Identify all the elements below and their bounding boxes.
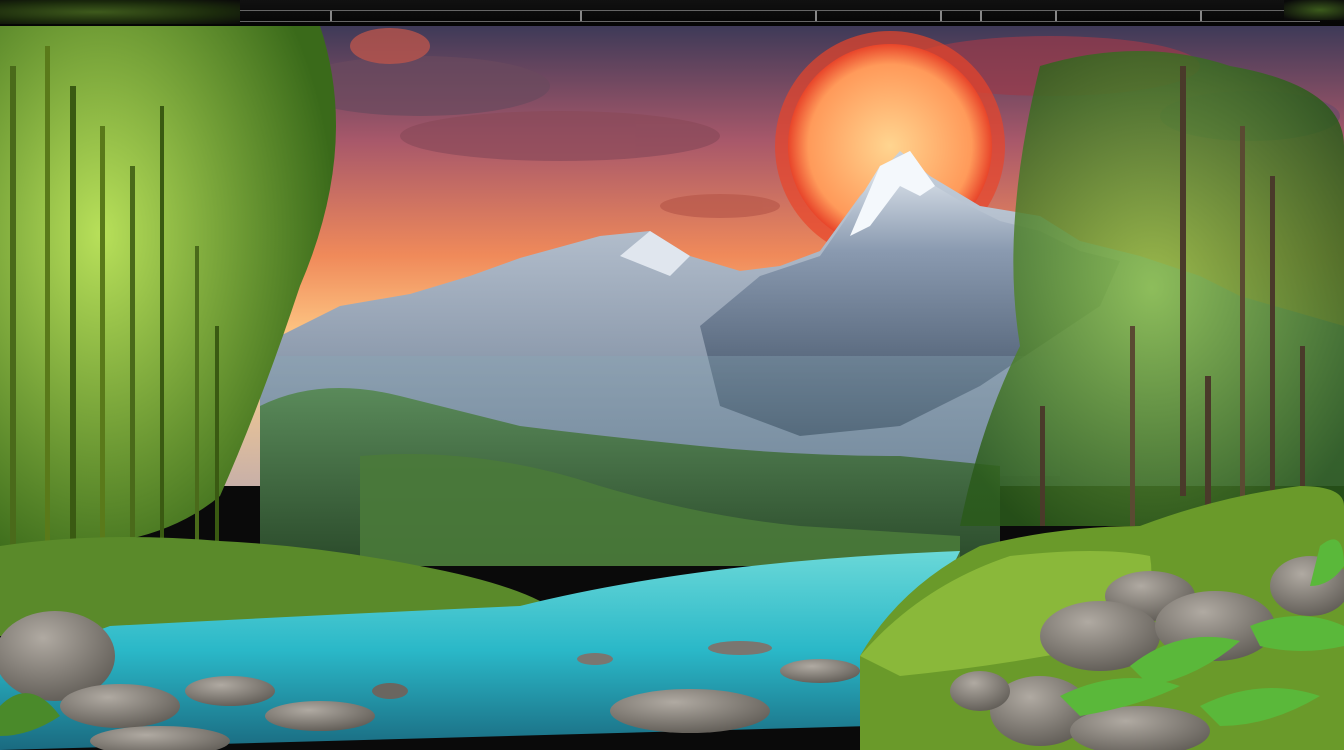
landscape-image xyxy=(0,0,1344,750)
top-bar-frame-strip xyxy=(240,10,1320,22)
top-bar xyxy=(0,0,1344,26)
top-bar-foliage-left xyxy=(0,0,240,24)
top-bar-foliage-right xyxy=(1284,0,1344,20)
scene-svg xyxy=(0,26,1344,750)
